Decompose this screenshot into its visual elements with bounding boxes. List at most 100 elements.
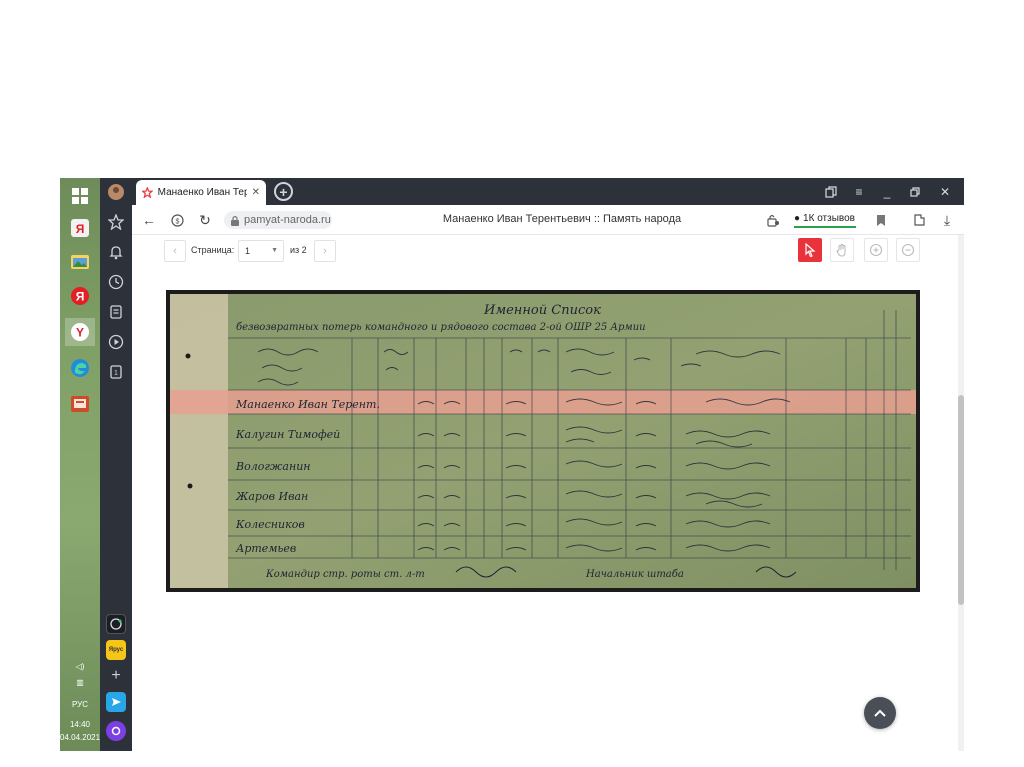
yandex-y-icon: Y [71, 323, 89, 341]
taskbar-powerpoint[interactable] [65, 390, 95, 418]
svg-text:$: $ [175, 218, 179, 225]
close-window-button[interactable]: ✕ [936, 183, 954, 201]
tray-language[interactable]: РУС [60, 700, 100, 709]
svg-text:Я: Я [76, 290, 85, 304]
taskbar-yandex-browser[interactable]: Я [65, 214, 95, 242]
tab-bar: Манаенко Иван Терен ✕ + ≡ _ ✕ [132, 178, 964, 205]
back-button[interactable]: ← [140, 211, 158, 229]
address-bar: ← $ ↻ pamyat-naroda.ru Манаенко Иван Тер… [132, 205, 964, 235]
chevron-up-icon [874, 709, 886, 717]
tray-date[interactable]: 04.04.2021 [60, 733, 100, 742]
prev-page-button[interactable]: ‹ [164, 240, 186, 262]
document-footer-sign: Начальник штаба [585, 569, 684, 580]
reviews-button[interactable]: ● 1К отзывов [794, 210, 856, 228]
taskbar-gallery[interactable] [65, 248, 95, 276]
document-header-subtitle: безвозвратных потерь командного и рядово… [236, 322, 646, 333]
sidebar-telegram-app[interactable] [106, 692, 126, 712]
profile-avatar[interactable] [106, 182, 126, 202]
restore-icon [909, 186, 920, 197]
alice-icon [111, 726, 121, 736]
extensions-button[interactable] [910, 211, 928, 229]
url-field[interactable]: pamyat-naroda.ru [224, 211, 332, 229]
sidebar-bookmark-app[interactable]: Ярус [106, 640, 126, 660]
sidebar-downloads[interactable]: 1 [106, 362, 126, 382]
active-tab[interactable]: Манаенко Иван Терен ✕ [136, 180, 266, 205]
page-current: 1 [245, 246, 251, 256]
row-name-2: Калугин Тимофей [235, 428, 340, 441]
row-name-1: Манаенко Иван Терент. [235, 398, 380, 411]
chevron-right-icon: › [323, 245, 327, 257]
row-name-4: Жаров Иван [235, 490, 308, 503]
close-icon: ✕ [939, 185, 951, 199]
plus-icon: + [111, 667, 121, 684]
taskbar-edge[interactable] [65, 354, 95, 382]
hamburger-icon: ≡ [855, 185, 863, 199]
tabs-manager-button[interactable] [822, 183, 840, 201]
page-scrollbar[interactable] [958, 235, 964, 751]
restore-button[interactable] [906, 183, 924, 201]
url-text: pamyat-naroda.ru [244, 214, 331, 226]
star-favicon-icon [142, 187, 153, 198]
chevron-down-icon: ▼ [271, 247, 278, 254]
next-page-button[interactable]: › [314, 240, 336, 262]
downloads-button[interactable]: ⤓ [938, 211, 956, 229]
tray-network-icon[interactable]: ▥ [60, 678, 100, 687]
sidebar-favorites[interactable] [106, 212, 126, 232]
svg-text:Y: Y [76, 326, 84, 340]
row-name-5: Колесников [235, 518, 305, 531]
menu-button[interactable]: ≡ [850, 183, 868, 201]
document-scan[interactable]: Именной Список безвозвратных потерь кома… [166, 290, 920, 592]
send-icon [112, 698, 121, 706]
clock-icon [108, 274, 124, 290]
pan-tool-button[interactable] [830, 238, 854, 262]
taskbar-yandex[interactable]: Я [65, 282, 95, 310]
bookmark-icon [877, 214, 885, 226]
hand-icon [836, 243, 846, 257]
start-button[interactable] [65, 182, 95, 210]
extension-icon [914, 214, 925, 226]
taskbar-yandex-y[interactable]: Y [65, 318, 95, 346]
tray-volume-icon[interactable]: ◁) [60, 662, 100, 671]
desktop-screen: Я Я Y ◁) ▥ РУС 14:40 04.04.2021 1 Ярус +… [60, 178, 964, 751]
collections-icon [110, 305, 122, 319]
zoom-in-icon [869, 243, 883, 257]
page-select[interactable]: 1 ▼ [238, 240, 284, 262]
power-circle-icon [110, 618, 122, 630]
new-tab-button[interactable]: + [274, 182, 293, 201]
presentation-icon [71, 396, 89, 412]
protect-button[interactable]: $ [168, 211, 186, 229]
scrollbar-thumb[interactable] [958, 395, 964, 605]
tray-time[interactable]: 14:40 [60, 720, 100, 729]
page-total: из 2 [290, 245, 307, 255]
tab-count-icon: 1 [110, 365, 122, 379]
select-tool-button[interactable] [798, 238, 822, 262]
bookmark-button[interactable] [872, 211, 890, 229]
sidebar-collections[interactable] [106, 302, 126, 322]
sidebar-alice-assistant[interactable] [106, 721, 126, 741]
zoom-in-button[interactable] [864, 238, 888, 262]
avatar-icon [108, 184, 124, 200]
chevron-left-icon: ‹ [173, 245, 177, 257]
permissions-button[interactable] [764, 211, 782, 229]
sidebar-history[interactable] [106, 272, 126, 292]
sidebar-video[interactable] [106, 332, 126, 352]
plus-icon: + [279, 183, 288, 200]
bell-icon [109, 246, 123, 260]
document-header-title: Именной Список [483, 303, 601, 318]
reload-button[interactable]: ↻ [196, 211, 214, 229]
sidebar-alice-app[interactable] [106, 614, 126, 634]
tab-close-icon[interactable]: ✕ [252, 187, 260, 198]
arrow-left-icon: ← [142, 212, 156, 228]
sidebar-notifications[interactable] [106, 242, 126, 262]
speech-bubble-icon: ● [794, 212, 801, 224]
shield-icon: $ [170, 213, 184, 227]
lock-permissions-icon [767, 214, 779, 227]
gallery-icon [71, 255, 89, 269]
play-circle-icon [108, 334, 124, 350]
cursor-icon [805, 243, 816, 257]
scroll-to-top-button[interactable] [864, 697, 896, 729]
minimize-button[interactable]: _ [878, 183, 896, 201]
zoom-out-button[interactable] [896, 238, 920, 262]
browser-sidebar: 1 Ярус + [100, 178, 132, 751]
sidebar-add-app[interactable]: + [106, 666, 126, 686]
